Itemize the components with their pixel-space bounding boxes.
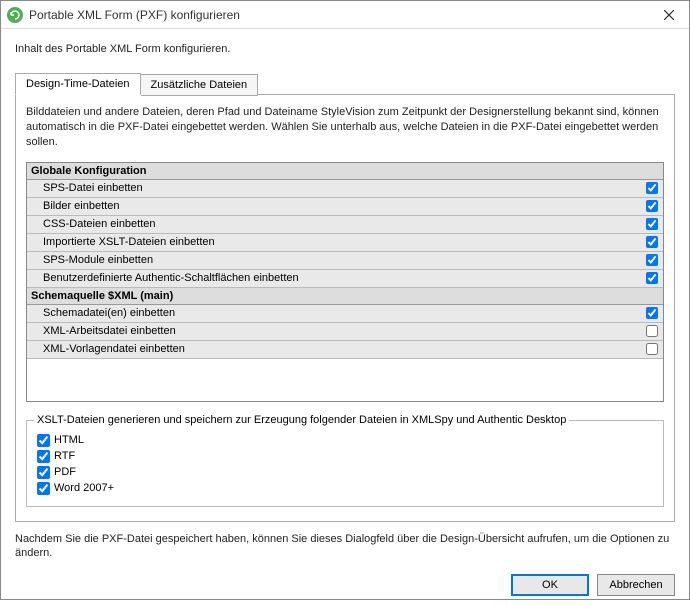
xslt-option-checkbox[interactable] [37,450,50,463]
xslt-option-label: PDF [54,466,76,478]
grid-row-checkbox-cell [641,272,663,284]
xslt-option-label: RTF [54,450,75,462]
grid-row: Benutzerdefinierte Authentic-Schaltfläch… [27,270,663,288]
grid-row-checkbox-cell [641,325,663,337]
grid-row-checkbox-cell [641,182,663,194]
grid-row-label: Benutzerdefinierte Authentic-Schaltfläch… [27,272,641,284]
xslt-option-label: HTML [54,434,84,446]
grid-row-label: SPS-Module einbetten [27,254,641,266]
tab-panel: Bilddateien und andere Dateien, deren Pf… [15,94,675,522]
dialog-body: Inhalt des Portable XML Form konfigurier… [1,29,689,606]
grid-row-label: SPS-Datei einbetten [27,182,641,194]
grid-row-label: CSS-Dateien einbetten [27,218,641,230]
xslt-option: RTF [37,450,653,463]
grid-row: XML-Vorlagendatei einbetten [27,341,663,359]
grid-row: Importierte XSLT-Dateien einbetten [27,234,663,252]
grid-row-label: XML-Arbeitsdatei einbetten [27,325,641,337]
cancel-button[interactable]: Abbrechen [597,574,675,596]
dialog-window: Portable XML Form (PXF) konfigurieren In… [0,0,690,600]
grid-row-checkbox-cell [641,218,663,230]
embed-checkbox[interactable] [646,218,658,230]
app-icon [7,7,23,23]
close-button[interactable] [649,1,689,29]
grid-section-global: Globale Konfiguration [27,163,663,180]
embed-checkbox[interactable] [646,236,658,248]
grid-row-checkbox-cell [641,343,663,355]
grid-row: SPS-Datei einbetten [27,180,663,198]
tab-bar: Design-Time-Dateien Zusätzliche Dateien [15,73,675,95]
embed-checkbox[interactable] [646,307,658,319]
grid-row-label: Importierte XSLT-Dateien einbetten [27,236,641,248]
xslt-option-label: Word 2007+ [54,482,114,494]
grid-row: Schemadatei(en) einbetten [27,305,663,323]
grid-row-label: Bilder einbetten [27,200,641,212]
grid-row-label: Schemadatei(en) einbetten [27,307,641,319]
xslt-option: Word 2007+ [37,482,653,495]
window-title: Portable XML Form (PXF) konfigurieren [29,8,649,22]
xslt-fieldset-legend: XSLT-Dateien generieren und speichern zu… [34,414,569,426]
grid-row-checkbox-cell [641,200,663,212]
panel-description: Bilddateien und andere Dateien, deren Pf… [26,105,664,150]
embed-checkbox[interactable] [646,343,658,355]
grid-row: SPS-Module einbetten [27,252,663,270]
titlebar: Portable XML Form (PXF) konfigurieren [1,1,689,29]
xslt-option-checkbox[interactable] [37,482,50,495]
footer-note: Nachdem Sie die PXF-Datei gespeichert ha… [15,532,675,561]
xslt-option: PDF [37,466,653,479]
embed-checkbox[interactable] [646,200,658,212]
embed-checkbox[interactable] [646,254,658,266]
embed-checkbox[interactable] [646,182,658,194]
xslt-fieldset: XSLT-Dateien generieren und speichern zu… [26,420,664,507]
grid-empty-space [27,359,663,401]
grid-row-label: XML-Vorlagendatei einbetten [27,343,641,355]
grid-row: CSS-Dateien einbetten [27,216,663,234]
grid-row-checkbox-cell [641,236,663,248]
tab-additional-files[interactable]: Zusätzliche Dateien [141,74,259,96]
ok-button[interactable]: OK [511,574,589,596]
embed-checkbox[interactable] [646,272,658,284]
embed-checkbox[interactable] [646,325,658,337]
xslt-option-checkbox[interactable] [37,434,50,447]
grid-row: XML-Arbeitsdatei einbetten [27,323,663,341]
tab-design-time-files[interactable]: Design-Time-Dateien [15,73,141,95]
embed-files-grid: Globale Konfiguration SPS-Datei einbette… [26,162,664,402]
xslt-option: HTML [37,434,653,447]
intro-text: Inhalt des Portable XML Form konfigurier… [15,43,675,55]
grid-row: Bilder einbetten [27,198,663,216]
button-bar: OK Abbrechen [15,574,675,596]
grid-row-checkbox-cell [641,254,663,266]
grid-section-schema: Schemaquelle $XML (main) [27,288,663,305]
xslt-option-checkbox[interactable] [37,466,50,479]
grid-row-checkbox-cell [641,307,663,319]
